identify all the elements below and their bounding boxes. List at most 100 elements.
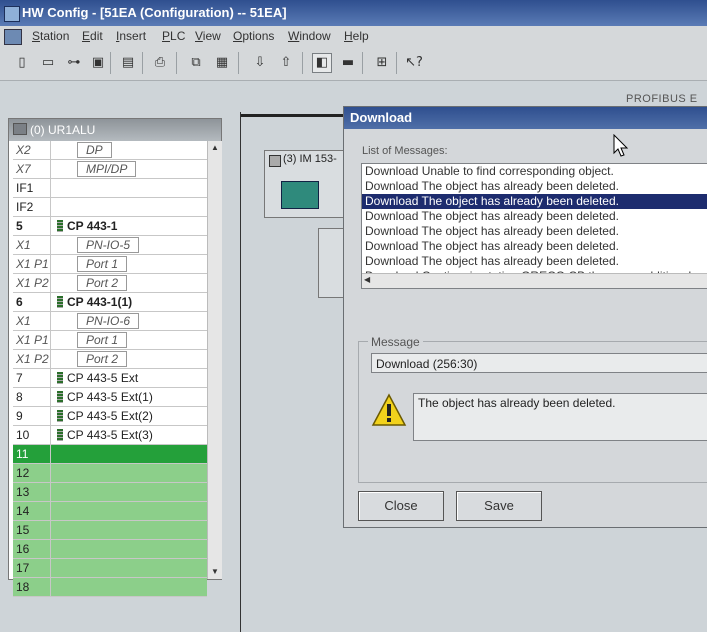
module-cell: Port 1 — [53, 331, 207, 349]
paste-icon[interactable]: ▦ — [212, 53, 232, 73]
rack-slot-row[interactable]: 7 CP 443-5 Ext — [13, 369, 207, 388]
rack-slot-row[interactable]: 15 — [13, 521, 207, 540]
module-cell — [53, 179, 207, 197]
rack-slot-row[interactable]: 14 — [13, 502, 207, 521]
scroll-up-icon[interactable]: ▲ — [209, 142, 221, 154]
rack-slot-row[interactable]: X1 PN-IO-5 — [13, 236, 207, 255]
rack-slot-row[interactable]: 11 — [13, 445, 207, 464]
rack-scrollbar[interactable]: ▲ ▼ — [207, 141, 222, 579]
rack-slot-row[interactable]: X1 PN-IO-6 — [13, 312, 207, 331]
message-list-item[interactable]: Download The object has already been del… — [362, 179, 707, 194]
profibus-line — [240, 114, 350, 117]
slot-number: X1 — [13, 236, 51, 254]
scroll-left-icon[interactable]: ◀ — [364, 275, 370, 284]
menu-station[interactable]: Station — [32, 26, 69, 46]
message-list-item[interactable]: Download The object has already been del… — [362, 224, 707, 239]
new-icon[interactable]: ▯ — [12, 53, 32, 73]
module-cell — [53, 578, 207, 596]
network-icon[interactable]: ⊞ — [372, 53, 392, 73]
mdi-window-icon[interactable] — [4, 29, 22, 45]
slot-number: X1 P2 — [13, 350, 51, 368]
list-label: List of Messages: — [362, 145, 448, 157]
slot-number: 18 — [13, 578, 51, 596]
slot-number: IF2 — [13, 198, 51, 216]
module-cell: CP 443-1(1) — [53, 293, 207, 311]
slot-number: 7 — [13, 369, 51, 387]
message-list-item[interactable]: Download The object has already been del… — [362, 209, 707, 224]
save-compile-icon[interactable]: ▤ — [118, 53, 138, 73]
catalog-icon[interactable]: ◧ — [312, 53, 332, 73]
rack-slot-row[interactable]: 8 CP 443-5 Ext(1) — [13, 388, 207, 407]
rack-slot-row[interactable]: 6 CP 443-1(1) — [13, 293, 207, 312]
accessible-nodes-icon[interactable]: ⊶ — [64, 53, 84, 73]
slot-number: 8 — [13, 388, 51, 406]
rack-table: X2 DP X7 MPI/DP IF1 IF2 5 CP 443-1 X1 PN-IO-5 X1 P… — [13, 141, 207, 597]
module-cell: CP 443-5 Ext(1) — [53, 388, 207, 406]
module-icon — [57, 429, 63, 441]
slot-number: 6 — [13, 293, 51, 311]
rack-slot-row[interactable]: X2 DP — [13, 141, 207, 160]
warning-icon — [371, 393, 407, 426]
rack-title: (0) UR1ALU — [30, 123, 96, 137]
menu-edit[interactable]: Edit — [82, 26, 103, 46]
rack-slot-row[interactable]: IF2 — [13, 198, 207, 217]
slot-number: X7 — [13, 160, 51, 178]
overview-icon[interactable]: ▬ — [338, 53, 358, 73]
scroll-down-icon[interactable]: ▼ — [209, 566, 221, 578]
rack-slot-row[interactable]: 5 CP 443-1 — [13, 217, 207, 236]
im153-label: (3) IM 153- — [283, 153, 337, 165]
message-list-item[interactable]: Download The object has already been del… — [362, 194, 707, 209]
download-icon[interactable]: ⇩ — [250, 53, 270, 73]
menu-insert[interactable]: Insert — [116, 26, 146, 46]
profibus-label: PROFIBUS E — [626, 93, 698, 105]
rack-slot-row[interactable]: 18 — [13, 578, 207, 597]
module-cell: Port 2 — [53, 274, 207, 292]
print-icon[interactable]: ⎙ — [150, 53, 170, 73]
menu-window[interactable]: Window — [288, 26, 331, 46]
slot-number: 15 — [13, 521, 51, 539]
module-cell: PN-IO-5 — [53, 236, 207, 254]
rack-slot-row[interactable]: 16 — [13, 540, 207, 559]
message-list-item[interactable]: Download Unable to find corresponding ob… — [362, 164, 707, 179]
menu-plc[interactable]: PLC — [162, 26, 185, 46]
save-icon[interactable]: ▣ — [88, 53, 108, 73]
rack-slot-row[interactable]: 17 — [13, 559, 207, 578]
save-button[interactable]: Save — [456, 491, 542, 521]
close-button[interactable]: Close — [358, 491, 444, 521]
menu-view[interactable]: View — [195, 26, 221, 46]
message-list-item[interactable]: Download The object has already been del… — [362, 239, 707, 254]
message-list-item[interactable]: Download The object has already been del… — [362, 254, 707, 269]
mouse-cursor-icon — [613, 134, 629, 157]
list-hscrollbar[interactable]: ◀ — [362, 273, 707, 288]
rack-slot-row[interactable]: 9 CP 443-5 Ext(2) — [13, 407, 207, 426]
rack-window[interactable]: (0) UR1ALU X2 DP X7 MPI/DP IF1 IF2 5 CP 443-1 X1… — [8, 118, 222, 597]
module-name: CP 443-1 — [67, 219, 118, 233]
menu-options[interactable]: Options — [233, 26, 274, 46]
download-dialog: Download List of Messages: Download Unab… — [343, 106, 707, 528]
rack-slot-row[interactable]: X7 MPI/DP — [13, 160, 207, 179]
help-icon[interactable]: ↖? — [402, 53, 426, 73]
title-bar: HW Config - [51EA (Configuration) -- 51E… — [0, 0, 707, 26]
submodule-name: Port 2 — [77, 275, 128, 291]
slot-number: X2 — [13, 141, 51, 159]
open-icon[interactable]: ▭ — [38, 53, 58, 73]
upload-icon[interactable]: ⇧ — [276, 53, 296, 73]
submodule-name: Port 2 — [77, 351, 128, 367]
rack-slot-row[interactable]: X1 P2 Port 2 — [13, 274, 207, 293]
message-list[interactable]: Download Unable to find corresponding ob… — [361, 163, 707, 289]
rack-slot-row[interactable]: 10 CP 443-5 Ext(3) — [13, 426, 207, 445]
slot-number: 16 — [13, 540, 51, 558]
rack-slot-row[interactable]: IF1 — [13, 179, 207, 198]
copy-icon[interactable]: ⧉ — [186, 53, 206, 73]
slot-number: 13 — [13, 483, 51, 501]
rack-slot-row[interactable]: 13 — [13, 483, 207, 502]
slot-number: 10 — [13, 426, 51, 444]
module-icon — [57, 296, 63, 308]
im153-device[interactable]: (3) IM 153- — [264, 150, 354, 218]
rack-slot-row[interactable]: 12 — [13, 464, 207, 483]
rack-slot-row[interactable]: X1 P1 Port 1 — [13, 255, 207, 274]
module-cell: Port 1 — [53, 255, 207, 273]
menu-help[interactable]: Help — [344, 26, 369, 46]
rack-slot-row[interactable]: X1 P1 Port 1 — [13, 331, 207, 350]
rack-slot-row[interactable]: X1 P2 Port 2 — [13, 350, 207, 369]
